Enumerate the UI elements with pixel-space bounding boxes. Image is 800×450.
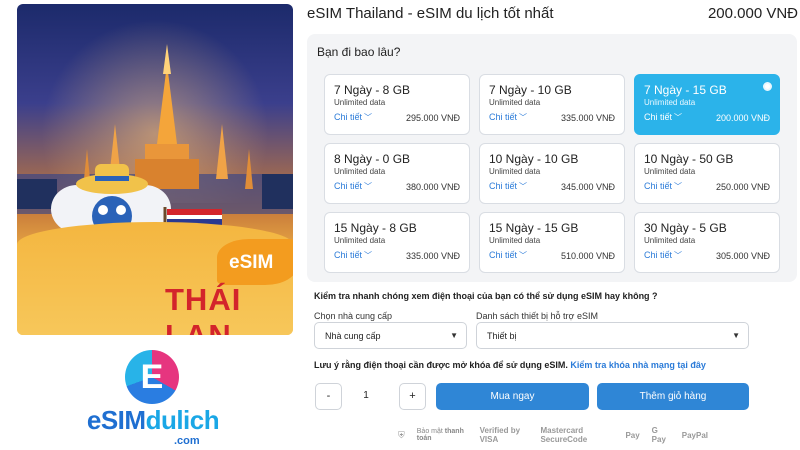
google-pay-logo: G Pay — [651, 426, 666, 444]
plan-price: 510.000 VNĐ — [560, 250, 615, 261]
plan-price: 200.000 VNĐ — [715, 112, 770, 123]
plan-name: 30 Ngày - 5 GB — [644, 221, 727, 235]
quantity-value[interactable]: 1 — [346, 390, 386, 401]
chevron-down-icon: ﹀ — [674, 182, 683, 191]
plan-card[interactable]: 30 Ngày - 5 GB Unlimited data Chi tiết ﹀ 3… — [634, 212, 780, 273]
image-esim-badge: eSIM — [229, 252, 274, 273]
plan-card[interactable]: 7 Ngày - 8 GB Unlimited data Chi tiết ﹀ 29… — [324, 74, 470, 135]
plan-data: Unlimited data — [334, 98, 386, 107]
plan-data: Unlimited data — [334, 167, 386, 176]
chevron-down-icon: ﹀ — [674, 113, 683, 122]
dropdown-caret-icon: ▼ — [450, 331, 458, 340]
plan-data: Unlimited data — [489, 236, 541, 245]
plan-price: 250.000 VNĐ — [715, 181, 770, 192]
plan-name: 8 Ngày - 0 GB — [334, 152, 411, 166]
payment-methods-row: ⛨ Bảo mật thanh toán Verified by VISA Ma… — [398, 426, 708, 444]
brand-logo[interactable]: E eSIMdulich .com — [78, 350, 228, 448]
device-label: Danh sách thiết bị hỗ trợ eSIM — [476, 311, 598, 321]
product-title: eSIM Thailand - eSIM du lịch tốt nhất — [307, 5, 554, 22]
carrier-select[interactable]: Nhà cung cấp ▼ — [314, 322, 467, 349]
shield-icon: ⛨ — [398, 429, 405, 440]
plan-detail-link[interactable]: Chi tiết ﹀ — [644, 250, 682, 261]
carrier-lock-check-link[interactable]: Kiểm tra khóa nhà mạng tại đây — [570, 360, 706, 370]
paypal-logo: PayPal — [681, 430, 708, 440]
plan-price: 380.000 VNĐ — [405, 181, 460, 192]
chevron-down-icon: ﹀ — [519, 113, 528, 122]
add-to-cart-button[interactable]: Thêm giỏ hàng — [597, 383, 749, 410]
plan-name: 7 Ngày - 15 GB — [644, 83, 727, 97]
plan-detail-link[interactable]: Chi tiết ﹀ — [644, 181, 682, 192]
carrier-label: Chọn nhà cung cấp — [314, 311, 393, 321]
plan-card-selected[interactable]: 7 Ngày - 15 GB Unlimited data Chi tiết ﹀ 2… — [634, 74, 780, 135]
plan-detail-link[interactable]: Chi tiết ﹀ — [334, 250, 372, 261]
unlock-note: Lưu ý rằng điện thoại cần được mở khóa đ… — [314, 360, 706, 370]
logo-main-text: eSIM — [86, 405, 146, 435]
duration-question: Bạn đi bao lâu? — [317, 45, 401, 59]
product-image: eSIM THÁI LAN — [17, 4, 293, 335]
plan-detail-link[interactable]: Chi tiết ﹀ — [489, 181, 527, 192]
plan-detail-link[interactable]: Chi tiết ﹀ — [334, 112, 372, 123]
compatibility-heading: Kiểm tra nhanh chóng xem điện thoại của … — [314, 291, 658, 301]
chevron-down-icon: ﹀ — [364, 182, 373, 191]
plan-card[interactable]: 10 Ngày - 50 GB Unlimited data Chi tiết ﹀… — [634, 143, 780, 204]
plan-data: Unlimited data — [334, 236, 386, 245]
visa-verified-logo: Verified by VISA — [479, 426, 521, 444]
plan-data: Unlimited data — [489, 98, 541, 107]
selected-radio-icon — [763, 82, 772, 91]
dropdown-caret-icon: ▼ — [732, 331, 740, 340]
carrier-select-value: Nhà cung cấp — [325, 331, 381, 341]
plan-name: 10 Ngày - 50 GB — [644, 152, 734, 166]
chevron-down-icon: ﹀ — [364, 251, 373, 260]
device-select[interactable]: Thiết bị ▼ — [476, 322, 749, 349]
plan-card[interactable]: 15 Ngày - 15 GB Unlimited data Chi tiết ﹀… — [479, 212, 625, 273]
plan-detail-link[interactable]: Chi tiết ﹀ — [489, 112, 527, 123]
plan-data: Unlimited data — [644, 236, 696, 245]
quantity-minus-button[interactable]: - — [315, 383, 342, 410]
plan-name: 15 Ngày - 8 GB — [334, 221, 417, 235]
image-country-text: THÁI LAN — [165, 282, 242, 335]
plan-name: 15 Ngày - 15 GB — [489, 221, 579, 235]
plan-detail-link[interactable]: Chi tiết ﹀ — [334, 181, 372, 192]
unlock-note-text: Lưu ý rằng điện thoại cần được mở khóa đ… — [314, 360, 568, 370]
chevron-down-icon: ﹀ — [519, 251, 528, 260]
logo-wordmark: eSIMdulich — [78, 405, 228, 436]
chevron-down-icon: ﹀ — [674, 251, 683, 260]
logo-domain: .com — [174, 435, 200, 447]
plan-name: 7 Ngày - 10 GB — [489, 83, 572, 97]
plan-detail-link[interactable]: Chi tiết ﹀ — [489, 250, 527, 261]
device-select-value: Thiết bị — [487, 331, 517, 341]
secure-payment-text: Bảo mật thanh toán — [416, 428, 464, 442]
plan-price: 335.000 VNĐ — [405, 250, 460, 261]
quantity-plus-button[interactable]: + — [399, 383, 426, 410]
buy-now-button[interactable]: Mua ngay — [436, 383, 589, 410]
mastercard-securecode-logo: Mastercard SecureCode — [540, 426, 588, 444]
plan-price: 305.000 VNĐ — [715, 250, 770, 261]
plan-data: Unlimited data — [489, 167, 541, 176]
plan-price: 335.000 VNĐ — [560, 112, 615, 123]
plan-detail-link[interactable]: Chi tiết ﹀ — [644, 112, 682, 123]
plan-card[interactable]: 7 Ngày - 10 GB Unlimited data Chi tiết ﹀ 3… — [479, 74, 625, 135]
product-price: 200.000 VNĐ — [707, 5, 798, 22]
chevron-down-icon: ﹀ — [364, 113, 373, 122]
plan-price: 295.000 VNĐ — [405, 112, 460, 123]
plan-data: Unlimited data — [644, 98, 696, 107]
plan-name: 10 Ngày - 10 GB — [489, 152, 579, 166]
plan-selection-panel: Bạn đi bao lâu? 7 Ngày - 8 GB Unlimited … — [307, 34, 797, 282]
plan-card[interactable]: 15 Ngày - 8 GB Unlimited data Chi tiết ﹀ 3… — [324, 212, 470, 273]
plan-data: Unlimited data — [644, 167, 696, 176]
apple-pay-logo: Pay — [625, 430, 640, 440]
chevron-down-icon: ﹀ — [519, 182, 528, 191]
logo-accent-text: dulich — [145, 405, 220, 435]
plan-price: 345.000 VNĐ — [560, 181, 615, 192]
plan-name: 7 Ngày - 8 GB — [334, 83, 411, 97]
plan-card[interactable]: 8 Ngày - 0 GB Unlimited data Chi tiết ﹀ 38… — [324, 143, 470, 204]
logo-letter: E — [140, 358, 164, 396]
plan-card[interactable]: 10 Ngày - 10 GB Unlimited data Chi tiết ﹀… — [479, 143, 625, 204]
